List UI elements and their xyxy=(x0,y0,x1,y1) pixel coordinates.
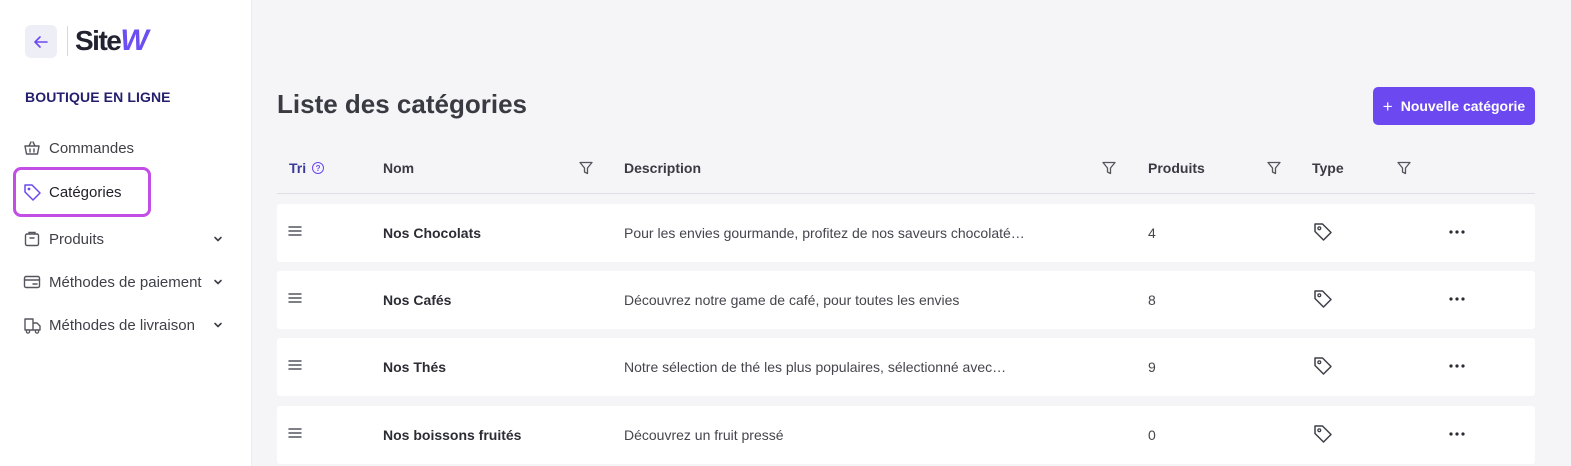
column-header-description[interactable]: Description xyxy=(624,160,701,176)
column-header-name[interactable]: Nom xyxy=(383,160,414,176)
category-name[interactable]: Nos Cafés xyxy=(383,292,451,308)
product-count: 9 xyxy=(1148,359,1156,375)
more-options-button[interactable] xyxy=(1446,425,1468,443)
table-row[interactable]: Nos Thés Notre sélection de thé les plus… xyxy=(277,338,1535,396)
filter-icon[interactable] xyxy=(578,160,594,176)
drag-handle-icon[interactable] xyxy=(288,426,302,440)
filter-icon[interactable] xyxy=(1266,160,1282,176)
filter-icon[interactable] xyxy=(1396,160,1412,176)
table-row[interactable]: Nos Chocolats Pour les envies gourmande,… xyxy=(277,204,1535,262)
category-name[interactable]: Nos Thés xyxy=(383,359,446,375)
sidebar-item-label: Produits xyxy=(49,230,105,248)
tag-icon xyxy=(1314,425,1332,443)
drag-handle-icon[interactable] xyxy=(288,358,302,372)
more-options-button[interactable] xyxy=(1446,223,1468,241)
plus-icon: + xyxy=(1382,96,1393,116)
new-category-label: Nouvelle catégorie xyxy=(1400,98,1526,114)
more-horizontal-icon xyxy=(1449,230,1465,234)
sidebar: Site W BOUTIQUE EN LIGNE Commandes Catégo… xyxy=(0,0,252,466)
more-horizontal-icon xyxy=(1449,297,1465,301)
sidebar-item-methodes-livraison[interactable]: Méthodes de livraison xyxy=(13,305,226,345)
credit-card-icon xyxy=(22,272,42,292)
chevron-down-icon[interactable] xyxy=(210,231,226,247)
package-icon xyxy=(22,229,42,249)
product-count: 4 xyxy=(1148,225,1156,241)
column-header-name-label: Nom xyxy=(383,160,415,176)
more-options-button[interactable] xyxy=(1446,357,1468,375)
column-header-description-label: Description xyxy=(624,160,702,176)
more-options-button[interactable] xyxy=(1446,290,1468,308)
page-title: Liste des catégories xyxy=(277,89,527,119)
drag-handle-icon[interactable] xyxy=(288,291,302,305)
sidebar-item-produits[interactable]: Produits xyxy=(13,219,226,259)
basket-icon xyxy=(22,138,42,158)
section-title: BOUTIQUE EN LIGNE xyxy=(25,89,171,105)
category-description: Pour les envies gourmande, profitez de n… xyxy=(624,225,1025,241)
sidebar-item-label: Commandes xyxy=(49,139,135,157)
column-header-products[interactable]: Produits xyxy=(1148,160,1205,176)
more-horizontal-icon xyxy=(1449,364,1465,368)
table-row[interactable]: Nos boissons fruités Découvrez un fruit … xyxy=(277,406,1535,464)
logo-text: Site xyxy=(75,25,122,56)
column-header-type[interactable]: Type xyxy=(1312,160,1344,176)
sidebar-item-categories[interactable]: Catégories xyxy=(13,167,151,217)
logo-w: W xyxy=(120,24,148,57)
column-header-sort-label: Tri xyxy=(289,160,307,176)
category-name[interactable]: Nos Chocolats xyxy=(383,225,481,241)
chevron-down-icon[interactable] xyxy=(210,274,226,290)
product-count: 8 xyxy=(1148,292,1156,308)
sidebar-item-methodes-paiement[interactable]: Méthodes de paiement xyxy=(13,262,226,302)
tag-icon xyxy=(1314,223,1332,241)
tag-icon xyxy=(1314,290,1332,308)
sidebar-item-label: Méthodes de livraison xyxy=(49,316,195,334)
chevron-down-icon[interactable] xyxy=(210,317,226,333)
help-icon[interactable]: ? xyxy=(312,162,325,174)
sidebar-item-commandes[interactable]: Commandes xyxy=(13,128,238,168)
sidebar-item-label: Méthodes de paiement xyxy=(49,273,202,291)
drag-handle-icon[interactable] xyxy=(288,224,302,238)
tag-icon xyxy=(22,182,42,202)
delivery-truck-icon xyxy=(22,315,42,335)
sitew-logo: Site W xyxy=(75,24,149,58)
filter-icon[interactable] xyxy=(1101,160,1117,176)
table-header: Tri ? Nom Description Produits Type xyxy=(277,150,1535,194)
category-description: Notre sélection de thé les plus populair… xyxy=(624,359,1007,375)
column-header-products-label: Produits xyxy=(1148,160,1205,176)
product-count: 0 xyxy=(1148,427,1156,443)
back-button[interactable] xyxy=(25,25,57,58)
category-description: Découvrez notre game de café, pour toute… xyxy=(624,292,960,308)
sidebar-item-label: Catégories xyxy=(49,183,122,201)
category-name[interactable]: Nos boissons fruités xyxy=(383,427,521,443)
arrow-left-icon xyxy=(34,35,48,48)
column-header-type-label: Type xyxy=(1312,160,1344,176)
logo-divider xyxy=(67,26,68,56)
new-category-button[interactable]: + Nouvelle catégorie xyxy=(1373,87,1535,125)
category-description: Découvrez un fruit pressé xyxy=(624,427,784,443)
column-header-sort[interactable]: Tri ? xyxy=(289,160,325,176)
more-horizontal-icon xyxy=(1449,432,1465,436)
tag-icon xyxy=(1314,357,1332,375)
table-row[interactable]: Nos Cafés Découvrez notre game de café, … xyxy=(277,271,1535,329)
